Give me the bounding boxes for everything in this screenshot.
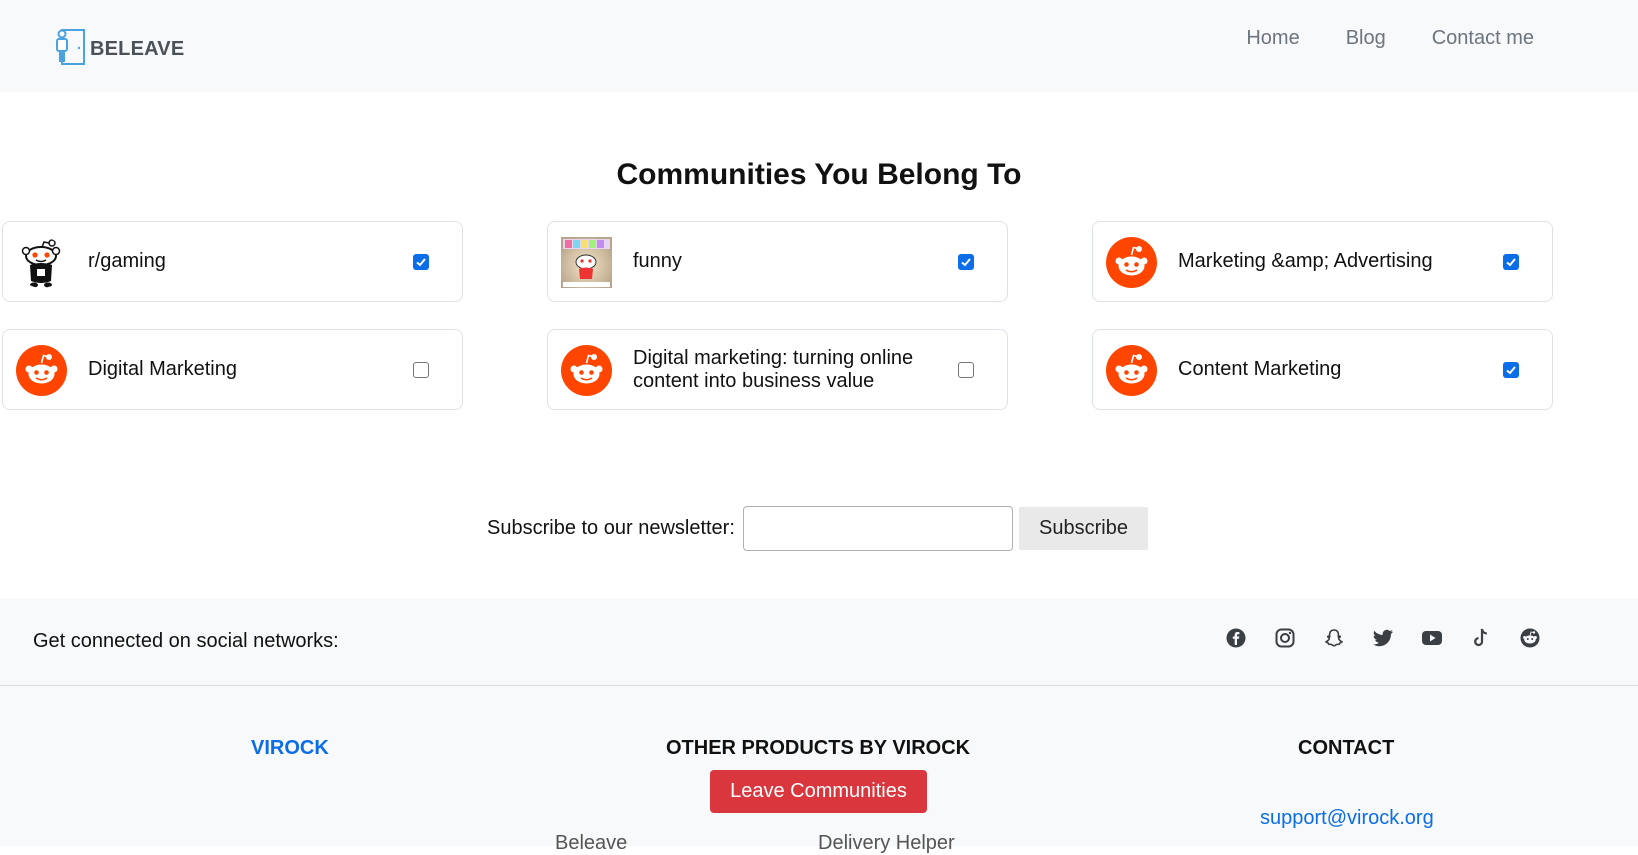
site-footer: VIROCK OTHER PRODUCTS BY VIROCK CONTACT … xyxy=(0,686,1638,854)
door-person-icon xyxy=(54,28,86,71)
community-card[interactable]: r/gaming xyxy=(2,221,463,302)
site-header: BELEAVE Home Blog Contact me xyxy=(0,0,1638,92)
product-link-delivery-helper[interactable]: Delivery Helper xyxy=(818,832,955,855)
community-name: Content Marketing xyxy=(1178,358,1342,380)
community-checkbox[interactable] xyxy=(958,254,974,270)
community-name: r/gaming xyxy=(88,250,166,272)
social-bar: Get connected on social networks: xyxy=(0,598,1638,686)
community-card[interactable]: Digital marketing: turning online conten… xyxy=(547,329,1008,410)
instagram-icon[interactable] xyxy=(1273,626,1297,650)
community-card[interactable]: Digital Marketing xyxy=(2,329,463,410)
community-name: Digital marketing: turning online conten… xyxy=(633,346,914,392)
community-card[interactable]: funny xyxy=(547,221,1008,302)
twitter-icon[interactable] xyxy=(1371,626,1395,650)
community-name: funny xyxy=(633,250,682,272)
top-nav: Home Blog Contact me xyxy=(1200,27,1534,50)
product-link-beleave[interactable]: Beleave xyxy=(555,832,627,855)
reddit-icon xyxy=(16,345,67,396)
nav-blog[interactable]: Blog xyxy=(1346,27,1386,50)
snoo-gaming-avatar xyxy=(16,237,67,288)
newsletter-form: Subscribe to our newsletter: Subscribe xyxy=(0,506,1638,552)
footer-products-title: OTHER PRODUCTS BY VIROCK xyxy=(666,737,971,759)
community-checkbox[interactable] xyxy=(1503,254,1519,270)
funny-avatar xyxy=(561,237,612,288)
footer-contact-title: CONTACT xyxy=(1298,737,1395,759)
brand-name: BELEAVE xyxy=(90,38,185,60)
reddit-icon xyxy=(1106,237,1157,288)
subscribe-button[interactable]: Subscribe xyxy=(1019,507,1148,550)
snapchat-icon[interactable] xyxy=(1322,626,1346,650)
social-label: Get connected on social networks: xyxy=(33,630,339,652)
reddit-icon[interactable] xyxy=(1518,626,1542,650)
reddit-icon xyxy=(1106,345,1157,396)
facebook-icon[interactable] xyxy=(1224,626,1248,650)
page-title: Communities You Belong To xyxy=(616,158,1022,191)
social-icons xyxy=(1224,626,1567,650)
nav-home[interactable]: Home xyxy=(1246,27,1299,50)
newsletter-label: Subscribe to our newsletter: xyxy=(487,517,735,539)
leave-communities-button[interactable]: Leave Communities xyxy=(710,770,927,813)
community-card[interactable]: Content Marketing xyxy=(1092,329,1553,410)
tiktok-icon[interactable] xyxy=(1469,626,1493,650)
community-checkbox[interactable] xyxy=(413,362,429,378)
community-checkbox[interactable] xyxy=(958,362,974,378)
reddit-icon xyxy=(561,345,612,396)
nav-contact[interactable]: Contact me xyxy=(1432,27,1534,50)
brand-logo[interactable]: BELEAVE xyxy=(54,28,184,71)
community-card[interactable]: Marketing &amp; Advertising xyxy=(1092,221,1553,302)
support-email-link[interactable]: support@virock.org xyxy=(1260,807,1434,830)
footer-virock-title[interactable]: VIROCK xyxy=(251,737,329,760)
community-checkbox[interactable] xyxy=(1503,362,1519,378)
youtube-icon[interactable] xyxy=(1420,626,1444,650)
community-checkbox[interactable] xyxy=(413,254,429,270)
community-name: Marketing &amp; Advertising xyxy=(1178,250,1433,272)
newsletter-email-input[interactable] xyxy=(743,506,1013,551)
community-name: Digital Marketing xyxy=(88,358,237,380)
